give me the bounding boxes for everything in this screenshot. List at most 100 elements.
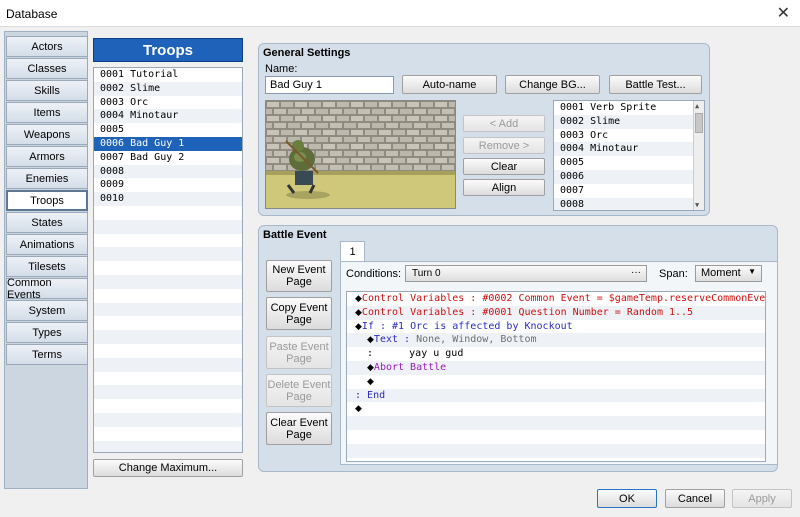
troop-list-item[interactable]	[94, 385, 242, 400]
troop-list-item[interactable]	[94, 289, 242, 303]
nav-states[interactable]: States	[6, 212, 88, 233]
align-button[interactable]: Align	[463, 179, 545, 196]
nav-tilesets[interactable]: Tilesets	[6, 256, 88, 277]
nav-classes[interactable]: Classes	[6, 58, 88, 79]
copy-event-page-button[interactable]: Copy Event Page	[266, 297, 332, 330]
scroll-thumb[interactable]	[695, 113, 703, 133]
troop-list-item[interactable]	[94, 372, 242, 386]
scroll-up-icon[interactable]: ▲	[695, 102, 699, 110]
nav-skills[interactable]: Skills	[6, 80, 88, 101]
event-command-row[interactable]: ◆Abort Battle	[347, 360, 765, 375]
nav-actors[interactable]: Actors	[6, 36, 88, 57]
ok-button[interactable]: OK	[597, 489, 657, 508]
span-select[interactable]: Moment ▼	[695, 265, 762, 282]
event-command-row[interactable]: : End	[347, 388, 765, 403]
event-command-row[interactable]: ◆	[347, 402, 765, 416]
enemy-list-item[interactable]: 0002 Slime	[554, 114, 704, 129]
name-input[interactable]: Bad Guy 1	[265, 76, 394, 94]
auto-name-button[interactable]: Auto-name	[402, 75, 497, 94]
troop-list-item[interactable]	[94, 412, 242, 427]
database-client: Actors Classes Skills Items Weapons Armors Ene…	[0, 27, 800, 517]
enemy-list-item[interactable]: 0005	[554, 156, 704, 170]
cancel-button[interactable]: Cancel	[665, 489, 725, 508]
troop-list-item[interactable]	[94, 357, 242, 372]
enemy-list-item[interactable]: 0003 Orc	[554, 129, 704, 143]
paste-event-page-button[interactable]: Paste Event Page	[266, 336, 332, 369]
event-page-tab-1[interactable]: 1	[340, 241, 365, 262]
command-text: :	[355, 389, 368, 401]
troop-list-item[interactable]	[94, 302, 242, 317]
apply-button[interactable]: Apply	[732, 489, 792, 508]
nav-enemies[interactable]: Enemies	[6, 168, 88, 189]
event-command-row[interactable]	[347, 430, 765, 444]
troop-list-item[interactable]	[94, 261, 242, 275]
battle-preview[interactable]	[265, 100, 456, 209]
chevron-down-icon: ▼	[748, 267, 756, 276]
troop-list-item[interactable]: 0001 Tutorial	[94, 68, 242, 82]
enemy-list-item[interactable]: 0008	[554, 197, 704, 210]
scroll-down-icon[interactable]: ▼	[695, 201, 699, 209]
change-maximum-button[interactable]: Change Maximum...	[93, 459, 243, 477]
event-command-row[interactable]: ◆	[347, 375, 765, 389]
troop-list-item[interactable]	[94, 440, 242, 452]
troop-list-item[interactable]	[94, 247, 242, 262]
troop-list-item[interactable]	[94, 274, 242, 289]
nav-types[interactable]: Types	[6, 322, 88, 343]
enemy-list-scrollbar[interactable]: ▲ ▼	[693, 101, 704, 210]
nav-weapons[interactable]: Weapons	[6, 124, 88, 145]
troop-list-item[interactable]: 0004 Minotaur	[94, 109, 242, 124]
troop-list-item[interactable]: 0003 Orc	[94, 96, 242, 110]
troop-list-item[interactable]: 0008	[94, 164, 242, 179]
troop-list-item[interactable]: 0002 Slime	[94, 81, 242, 96]
change-bg-button[interactable]: Change BG...	[505, 75, 600, 94]
troop-list-item[interactable]	[94, 330, 242, 344]
nav-armors[interactable]: Armors	[6, 146, 88, 167]
add-enemy-button[interactable]: < Add	[463, 115, 545, 132]
troop-list-item[interactable]	[94, 219, 242, 234]
battle-test-button[interactable]: Battle Test...	[609, 75, 702, 94]
nav-common-events[interactable]: Common Events	[6, 277, 88, 301]
span-value: Moment	[701, 267, 741, 279]
clear-event-page-button[interactable]: Clear Event Page	[266, 412, 332, 445]
troop-list-item[interactable]	[94, 206, 242, 220]
event-command-row[interactable]: : yay u gud	[347, 347, 765, 361]
troop-list-item[interactable]: 0006 Bad Guy 1	[94, 136, 242, 151]
troop-list-item[interactable]: 0010	[94, 192, 242, 206]
troop-list-item[interactable]: 0009	[94, 178, 242, 192]
conditions-selector[interactable]: Turn 0 ···	[405, 265, 647, 282]
clear-button[interactable]: Clear	[463, 158, 545, 175]
troop-list-item[interactable]	[94, 344, 242, 358]
delete-event-page-button[interactable]: Delete Event Page	[266, 374, 332, 407]
enemy-list-item[interactable]: 0007	[554, 184, 704, 198]
troop-list-item[interactable]	[94, 234, 242, 248]
event-command-row[interactable]: ◆If : #1 Orc is affected by Knockout	[347, 320, 765, 334]
command-text: yay u gud	[373, 348, 464, 360]
troop-list-item[interactable]: 0005	[94, 123, 242, 137]
troop-list-item[interactable]: 0007 Bad Guy 2	[94, 151, 242, 165]
remove-enemy-button[interactable]: Remove >	[463, 137, 545, 154]
enemy-list[interactable]: 0001 Verb Sprite 0002 Slime 0003 Orc 0004 M…	[553, 100, 705, 211]
event-command-row[interactable]	[347, 443, 765, 458]
event-command-row[interactable]	[347, 416, 765, 430]
event-command-list[interactable]: ◆Control Variables : #0002 Common Event …	[346, 291, 766, 462]
troop-list-item[interactable]	[94, 316, 242, 330]
new-event-page-button[interactable]: New Event Page	[266, 260, 332, 292]
troop-list-item[interactable]	[94, 427, 242, 441]
nav-animations[interactable]: Animations	[6, 234, 88, 255]
troop-list-item[interactable]	[94, 399, 242, 413]
nav-system[interactable]: System	[6, 300, 88, 321]
event-command-row[interactable]: ◆Text : None, Window, Bottom	[347, 333, 765, 348]
enemy-list-item[interactable]: 0001 Verb Sprite	[554, 101, 704, 115]
close-icon[interactable]: ✕	[777, 3, 790, 23]
nav-terms[interactable]: Terms	[6, 344, 88, 365]
event-command-row[interactable]: ◆Control Variables : #0001 Question Numb…	[347, 305, 765, 320]
event-command-row[interactable]: ◆Control Variables : #0002 Common Event …	[347, 292, 765, 306]
troops-list[interactable]: 0001 Tutorial 0002 Slime 0003 Orc 0004 Mino…	[93, 67, 243, 453]
nav-items[interactable]: Items	[6, 102, 88, 123]
battleback-image	[266, 101, 455, 208]
window-title: Database	[6, 7, 58, 21]
nav-troops[interactable]: Troops	[6, 190, 88, 211]
enemy-list-item[interactable]: 0006	[554, 169, 704, 184]
command-bullet-icon: ◆	[367, 335, 374, 346]
enemy-list-item[interactable]: 0004 Minotaur	[554, 142, 704, 157]
